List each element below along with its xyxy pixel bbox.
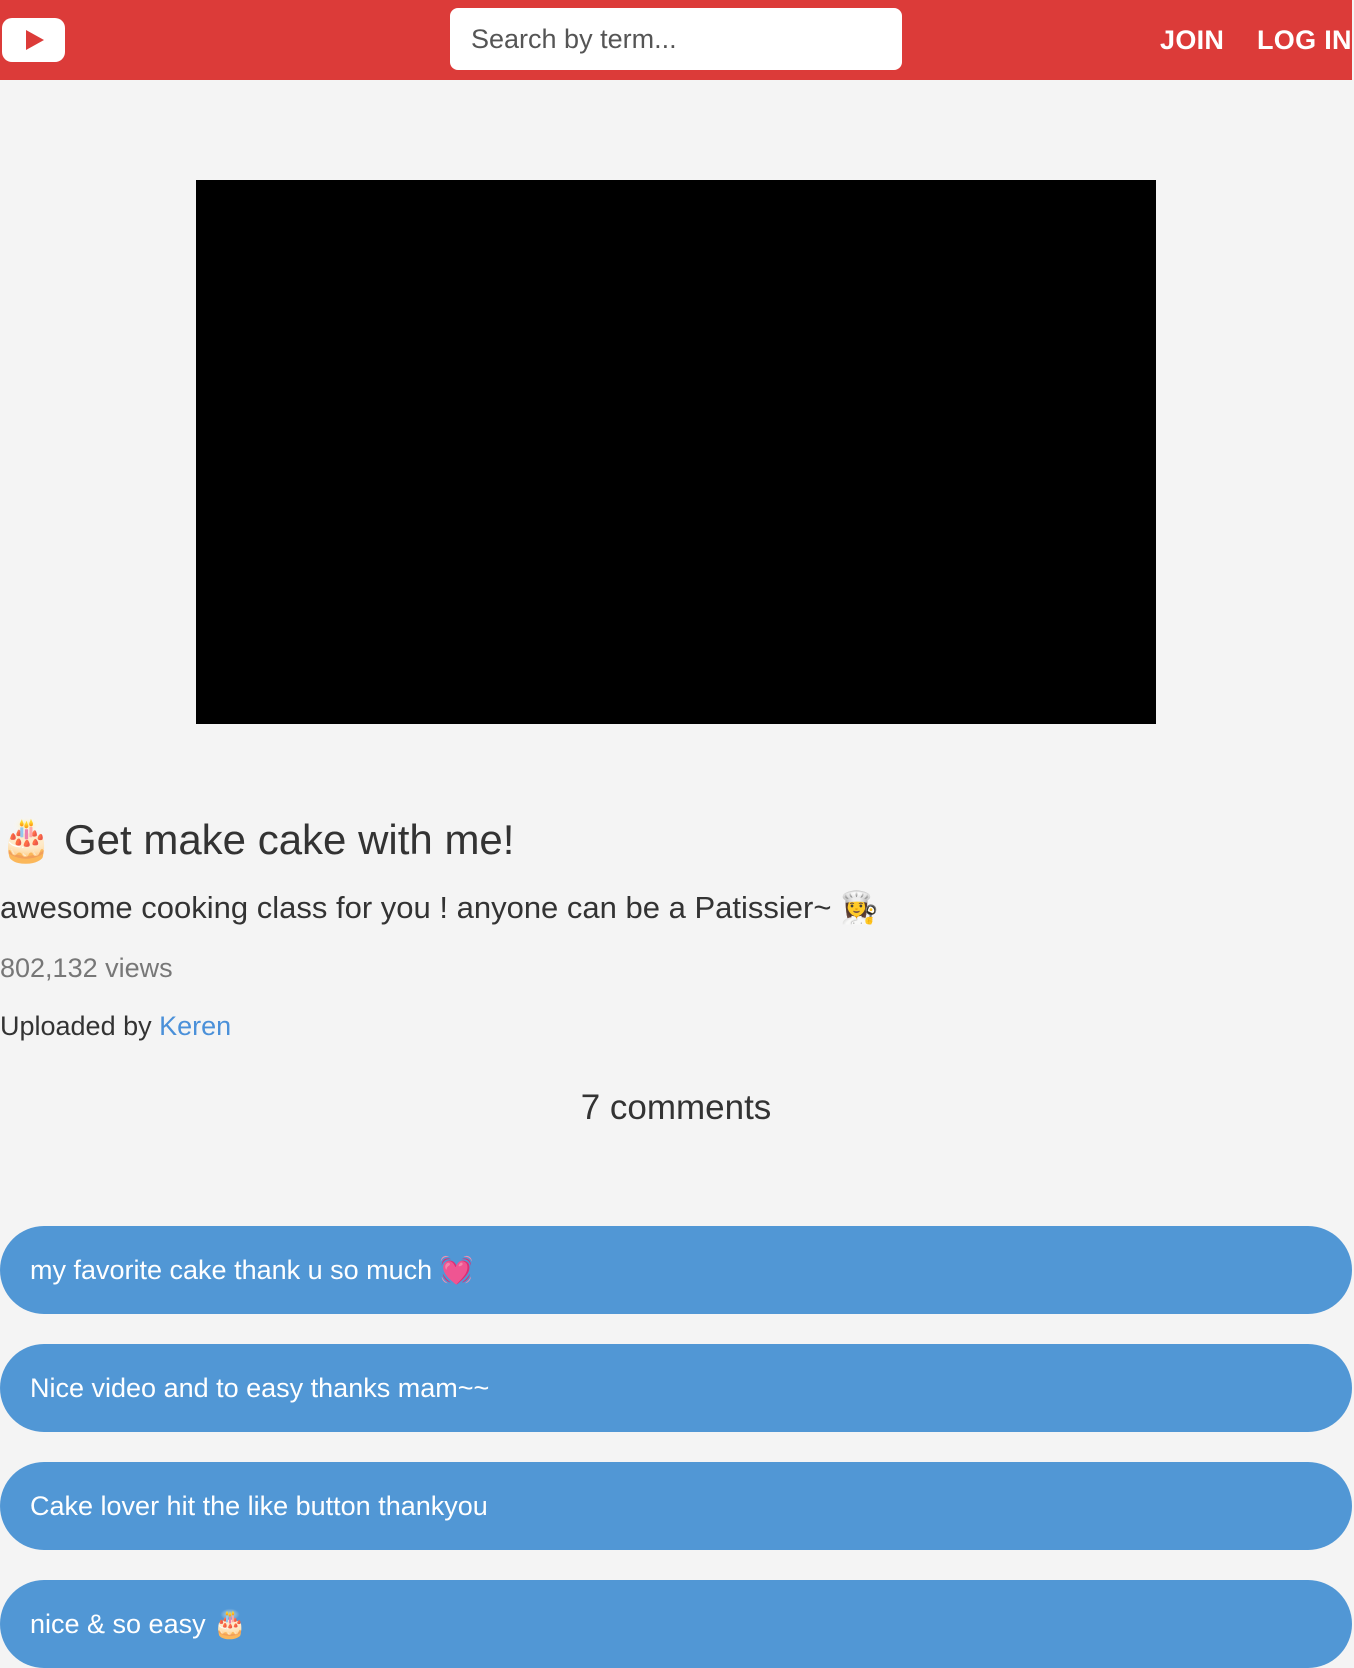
top-header: JOIN LOG IN [0,0,1352,80]
play-icon [26,30,44,50]
login-link[interactable]: LOG IN [1257,22,1352,58]
video-description: awesome cooking class for you ! anyone c… [0,890,879,925]
video-player[interactable] [196,180,1156,724]
comment-item: nice & so easy 🎂 [0,1580,1352,1668]
comment-item: my favorite cake thank u so much 💓 [0,1226,1352,1314]
join-link[interactable]: JOIN [1160,22,1224,58]
comments-heading: 7 comments [580,1088,772,1127]
uploaded-by: Uploaded by Keren [0,1008,231,1044]
logo-button[interactable] [2,18,65,62]
uploader-link[interactable]: Keren [159,1011,231,1041]
comment-item: Cake lover hit the like button thankyou [0,1462,1352,1550]
comment-item: Nice video and to easy thanks mam~~ [0,1344,1352,1432]
search-input[interactable] [450,8,902,70]
video-title: 🎂 Get make cake with me! [0,816,515,863]
uploaded-by-label: Uploaded by [0,1011,152,1041]
view-count: 802,132 views [0,953,173,983]
